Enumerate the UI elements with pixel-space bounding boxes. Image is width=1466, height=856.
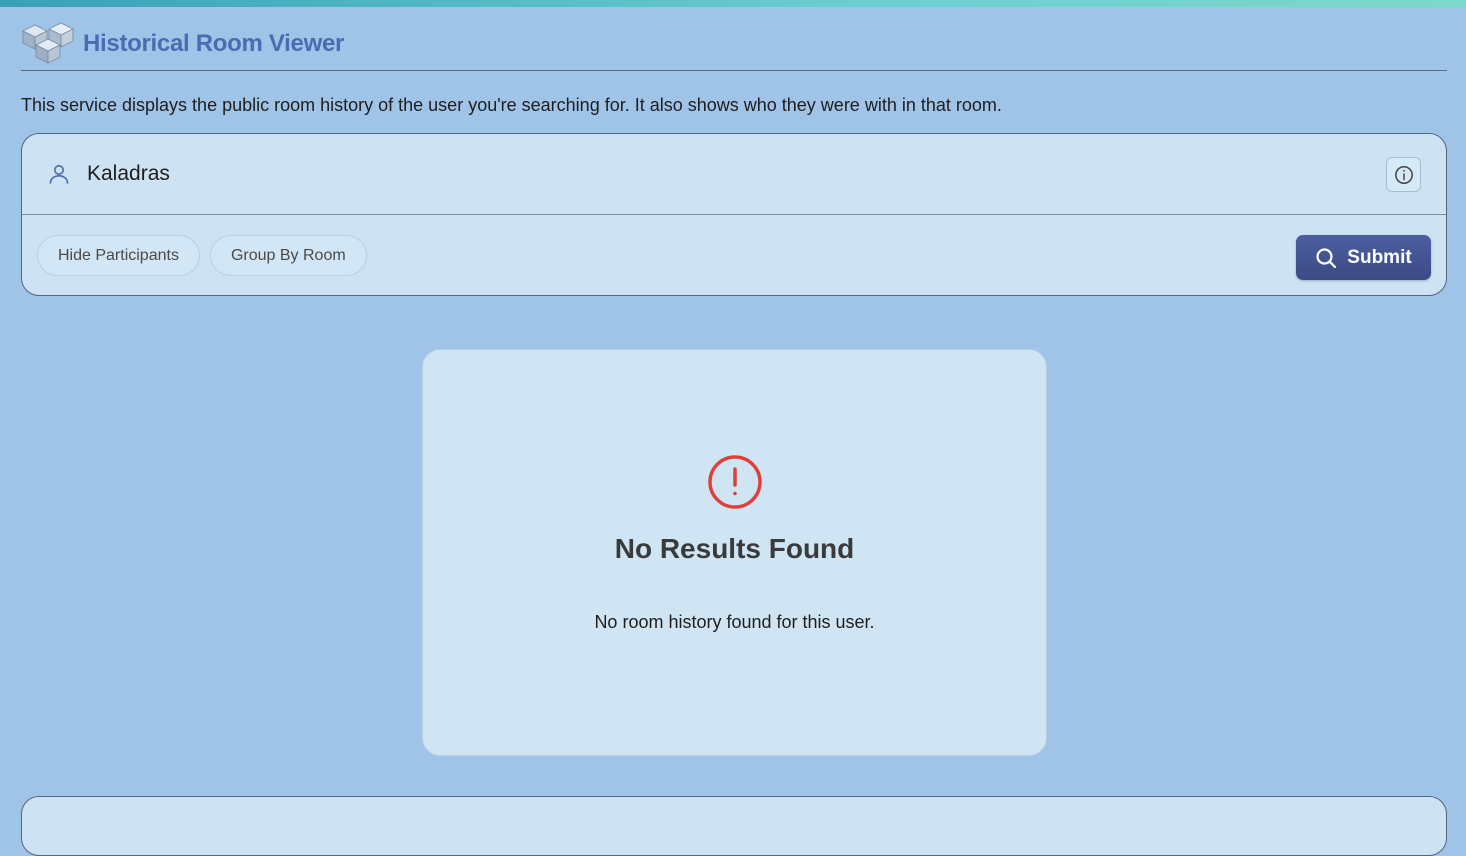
- top-accent-bar: [0, 0, 1466, 7]
- group-by-room-toggle[interactable]: Group By Room: [209, 235, 367, 276]
- no-results-message: No room history found for this user.: [594, 612, 875, 632]
- no-results-title: No Results Found: [614, 533, 855, 564]
- submit-button[interactable]: Submit: [1296, 235, 1431, 280]
- service-description: This service displays the public room hi…: [21, 95, 1002, 115]
- no-results-card: No Results Found No room history found f…: [422, 349, 1047, 756]
- user-icon: [49, 165, 69, 184]
- app-title: Historical Room Viewer: [83, 30, 345, 57]
- submit-label: Submit: [1347, 246, 1412, 268]
- cubes-logo-icon: [22, 22, 74, 64]
- bottom-card: [21, 796, 1447, 856]
- info-button[interactable]: [1386, 157, 1421, 192]
- alert-circle-icon: [708, 455, 762, 509]
- options-row: Hide Participants Group By Room Submit: [22, 215, 1446, 296]
- search-icon: [1316, 247, 1337, 268]
- app-header: Historical Room Viewer: [21, 18, 1447, 71]
- hide-participants-toggle[interactable]: Hide Participants: [37, 235, 200, 276]
- search-card: Hide Participants Group By Room Submit: [21, 133, 1447, 296]
- username-search-input[interactable]: [87, 162, 1287, 186]
- search-row: [22, 134, 1446, 215]
- info-icon: [1394, 165, 1413, 184]
